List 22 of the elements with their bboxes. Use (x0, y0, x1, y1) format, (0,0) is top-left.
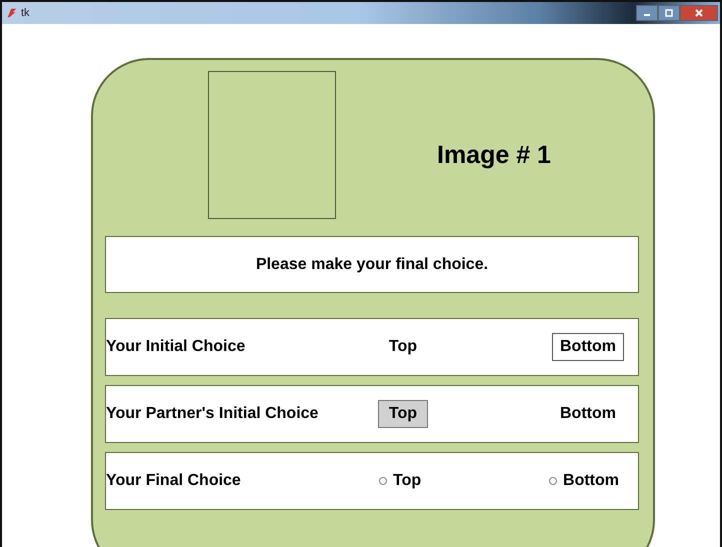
option-label: Top (393, 472, 422, 490)
maximize-button[interactable] (658, 5, 680, 21)
radio-button[interactable] (379, 477, 387, 485)
choice-option: Top (378, 333, 428, 361)
minimize-button[interactable] (636, 5, 658, 21)
radio-option[interactable]: Top (378, 467, 422, 495)
close-button[interactable] (680, 5, 718, 21)
option-label: Bottom (563, 472, 619, 490)
choice-option: Bottom (552, 333, 624, 361)
row-label: Your Final Choice (106, 472, 242, 490)
window-title: tk (21, 7, 30, 19)
radio-button[interactable] (549, 477, 558, 485)
close-icon (694, 8, 704, 18)
choice-option: Top (378, 400, 428, 428)
image-label: Image # 1 (437, 140, 551, 170)
row-label: Your Initial Choice (106, 338, 246, 356)
radio-option[interactable]: Bottom (548, 467, 620, 495)
feather-icon (6, 7, 18, 19)
row-label: Your Partner's Initial Choice (106, 405, 320, 423)
instruction-text: Please make your final choice. (256, 256, 488, 274)
choice-option: Bottom (552, 400, 624, 428)
maximize-icon (664, 8, 674, 18)
